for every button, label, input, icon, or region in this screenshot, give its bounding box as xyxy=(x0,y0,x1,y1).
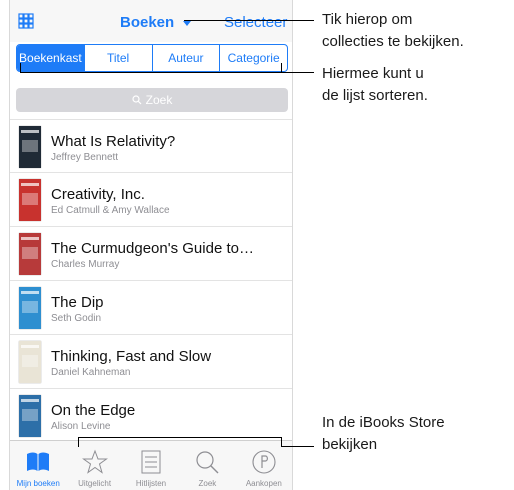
cover-title-bar xyxy=(21,237,39,240)
book-title: The Dip xyxy=(51,294,104,311)
book-author: Charles Murray xyxy=(51,259,120,270)
tab-label: Uitgelicht xyxy=(78,479,112,488)
callout-line-store xyxy=(282,446,314,447)
tab-bar: Mijn boeken Uitgelicht Hitlijsten Zoek A… xyxy=(10,440,292,490)
search-icon xyxy=(132,95,142,105)
book-title: Creativity, Inc. xyxy=(51,186,145,203)
book-cover xyxy=(19,395,41,437)
book-cover xyxy=(19,179,41,221)
callout-text: In de iBooks Store xyxy=(322,414,445,431)
tab-label: Aankopen xyxy=(245,479,282,488)
book-title: The Curmudgeon's Guide to… xyxy=(51,240,254,257)
segment-bookshelf[interactable]: Boekenkast xyxy=(17,45,84,71)
callout-text: de lijst sorteren. xyxy=(322,87,428,104)
book-cover xyxy=(19,126,41,168)
callout-line-sort-bracket-bottom xyxy=(20,72,282,73)
book-list: What Is Relativity? Jeffrey Bennett Creati… xyxy=(10,119,292,443)
callout-line-sort xyxy=(282,72,314,73)
segment-author[interactable]: Auteur xyxy=(151,45,220,71)
book-title: On the Edge xyxy=(51,402,136,419)
search-placeholder: Zoek xyxy=(145,93,173,107)
chevron-down-icon[interactable] xyxy=(183,21,191,26)
book-title: Thinking, Fast and Slow xyxy=(51,348,212,365)
list-item[interactable]: Creativity, Inc. Ed Catmull & Amy Wallace xyxy=(10,173,292,227)
cover-title-bar xyxy=(21,130,39,133)
cover-title-bar xyxy=(21,399,39,402)
cover-title-bar xyxy=(21,345,39,348)
navigation-bar: Boeken Selecteer xyxy=(10,0,292,42)
list-item[interactable]: The Dip Seth Godin xyxy=(10,281,292,335)
cover-art-band xyxy=(22,301,38,313)
sort-segmented-control: Boekenkast Titel Auteur Categorie xyxy=(16,44,288,72)
tab-label: Zoek xyxy=(198,479,217,488)
tab-label: Mijn boeken xyxy=(16,479,60,488)
segment-title[interactable]: Titel xyxy=(83,45,152,71)
cover-title-bar xyxy=(21,291,39,294)
callout-text: bekijken xyxy=(322,436,378,453)
tab-purchases[interactable]: Aankopen xyxy=(236,441,292,490)
callout-sort: Hiermee kunt u de lijst sorteren. xyxy=(322,63,428,107)
book-cover xyxy=(19,341,41,383)
callout-line-store-bracket-left xyxy=(78,437,79,447)
book-author: Daniel Kahneman xyxy=(51,367,131,378)
phone-screen: Boeken Selecteer Boekenkast Titel Auteur… xyxy=(9,0,293,490)
cover-art-band xyxy=(22,409,38,421)
book-author: Seth Godin xyxy=(51,313,102,324)
callout-text: collecties te bekijken. xyxy=(322,33,464,50)
callout-collections: Tik hierop om collecties te bekijken. xyxy=(322,9,464,53)
callout-text: Tik hierop om xyxy=(322,11,413,28)
select-button[interactable]: Selecteer xyxy=(224,14,292,31)
star-icon xyxy=(81,449,108,474)
callout-store: In de iBooks Store bekijken xyxy=(322,412,445,456)
grid-view-icon[interactable] xyxy=(18,13,34,29)
book-author: Ed Catmull & Amy Wallace xyxy=(51,205,170,216)
list-item[interactable]: What Is Relativity? Jeffrey Bennett xyxy=(10,119,292,173)
cover-art-band xyxy=(22,140,38,152)
book-cover xyxy=(19,233,41,275)
tab-featured[interactable]: Uitgelicht xyxy=(66,441,122,490)
list-item[interactable]: The Curmudgeon's Guide to… Charles Murray xyxy=(10,227,292,281)
book-cover xyxy=(19,287,41,329)
book-title: What Is Relativity? xyxy=(51,133,176,150)
segment-category[interactable]: Categorie xyxy=(219,45,287,71)
book-icon xyxy=(27,452,50,471)
callout-line-store-bracket-top xyxy=(78,437,282,438)
search-icon xyxy=(196,451,219,474)
cover-art-band xyxy=(22,247,38,259)
list-item[interactable]: On the Edge Alison Levine xyxy=(10,389,292,443)
cover-title-bar xyxy=(21,183,39,186)
list-icon xyxy=(141,450,161,474)
tab-top-charts[interactable]: Hitlijsten xyxy=(123,441,179,490)
tab-label: Hitlijsten xyxy=(135,479,167,488)
list-item[interactable]: Thinking, Fast and Slow Daniel Kahneman xyxy=(10,335,292,389)
callout-line-collections xyxy=(184,20,314,21)
tab-search[interactable]: Zoek xyxy=(179,441,235,490)
book-author: Alison Levine xyxy=(51,421,111,432)
collections-title-button[interactable]: Boeken xyxy=(120,14,174,31)
callout-text: Hiermee kunt u xyxy=(322,65,424,82)
cover-art-band xyxy=(22,193,38,205)
purchases-icon xyxy=(252,450,276,474)
book-author: Jeffrey Bennett xyxy=(51,152,119,163)
cover-art-band xyxy=(22,355,38,367)
search-input[interactable]: Zoek xyxy=(16,88,288,112)
tab-my-books[interactable]: Mijn boeken xyxy=(10,441,66,490)
